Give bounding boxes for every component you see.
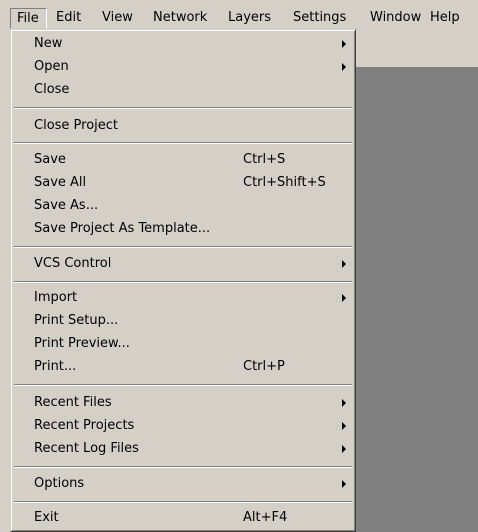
menu-item-print-preview[interactable]: Print Preview... [14, 332, 352, 355]
menu-separator [14, 466, 352, 468]
submenu-arrow-icon [342, 480, 346, 488]
menu-item-close-project[interactable]: Close Project [14, 114, 352, 137]
menu-item-label: Print... [34, 359, 77, 374]
toolbar-area [356, 32, 478, 68]
menu-item-save[interactable]: Save Ctrl+S [14, 148, 352, 171]
menu-item-label: Save Project As Template... [34, 221, 211, 236]
menu-separator [14, 142, 352, 144]
menu-item-label: Print Setup... [34, 313, 119, 328]
menu-item-save-all[interactable]: Save All Ctrl+Shift+S [14, 171, 352, 194]
menu-separator [14, 501, 352, 503]
menu-item-print[interactable]: Print... Ctrl+P [14, 355, 352, 378]
menu-separator [14, 246, 352, 248]
menu-item-label: VCS Control [34, 256, 112, 271]
menu-item-label: Close Project [34, 118, 119, 133]
menu-item-label: Options [34, 476, 85, 491]
menu-item-vcs-control[interactable]: VCS Control [14, 252, 352, 275]
menu-item-label: Save [34, 152, 66, 167]
submenu-arrow-icon [342, 294, 346, 302]
submenu-arrow-icon [342, 399, 346, 407]
menu-item-label: Print Preview... [34, 336, 130, 351]
menu-item-label: Save All [34, 175, 87, 190]
menu-item-label: Save As... [34, 198, 99, 213]
menu-settings[interactable]: Settings [293, 8, 346, 28]
menu-item-new[interactable]: New [14, 32, 352, 55]
menu-item-recent-projects[interactable]: Recent Projects [14, 414, 352, 437]
menu-view[interactable]: View [102, 8, 133, 28]
menu-item-close[interactable]: Close [14, 78, 352, 101]
menu-item-label: Import [34, 290, 78, 305]
menu-item-label: Recent Log Files [34, 441, 139, 456]
mdi-client-area[interactable] [356, 68, 478, 532]
workspace [356, 32, 478, 532]
menu-item-options[interactable]: Options [14, 472, 352, 495]
submenu-arrow-icon [342, 445, 346, 453]
menu-item-shortcut: Ctrl+Shift+S [243, 175, 326, 190]
menu-item-label: Open [34, 59, 69, 74]
submenu-arrow-icon [342, 40, 346, 48]
menu-item-open[interactable]: Open [14, 55, 352, 78]
menu-network[interactable]: Network [153, 8, 207, 28]
menu-item-shortcut: Ctrl+P [243, 359, 285, 374]
menu-separator [14, 384, 352, 386]
menu-item-label: Close [34, 82, 70, 97]
menu-item-label: New [34, 36, 63, 51]
submenu-arrow-icon [342, 260, 346, 268]
menu-item-recent-log-files[interactable]: Recent Log Files [14, 437, 352, 460]
submenu-arrow-icon [342, 63, 346, 71]
menu-separator [14, 281, 352, 283]
menu-help[interactable]: Help [430, 8, 460, 28]
menu-item-print-setup[interactable]: Print Setup... [14, 309, 352, 332]
menu-item-recent-files[interactable]: Recent Files [14, 391, 352, 414]
menu-file[interactable]: File [10, 8, 47, 29]
menu-separator [14, 107, 352, 109]
file-menu-dropdown: New Open Close Close Project Save Ctrl+S… [10, 29, 356, 532]
menu-item-save-as[interactable]: Save As... [14, 194, 352, 217]
submenu-arrow-icon [342, 422, 346, 430]
menu-bar: File Edit View Network Layers Settings W… [0, 0, 478, 32]
menu-item-shortcut: Alt+F4 [243, 510, 288, 525]
menu-item-shortcut: Ctrl+S [243, 152, 286, 167]
menu-item-save-project-as-template[interactable]: Save Project As Template... [14, 217, 352, 240]
menu-item-import[interactable]: Import [14, 286, 352, 309]
menu-item-label: Exit [34, 510, 59, 525]
menu-layers[interactable]: Layers [228, 8, 271, 28]
menu-window[interactable]: Window [370, 8, 421, 28]
menu-edit[interactable]: Edit [56, 8, 81, 28]
menu-item-label: Recent Projects [34, 418, 135, 433]
menu-item-label: Recent Files [34, 395, 112, 410]
menu-item-exit[interactable]: Exit Alt+F4 [14, 506, 352, 529]
